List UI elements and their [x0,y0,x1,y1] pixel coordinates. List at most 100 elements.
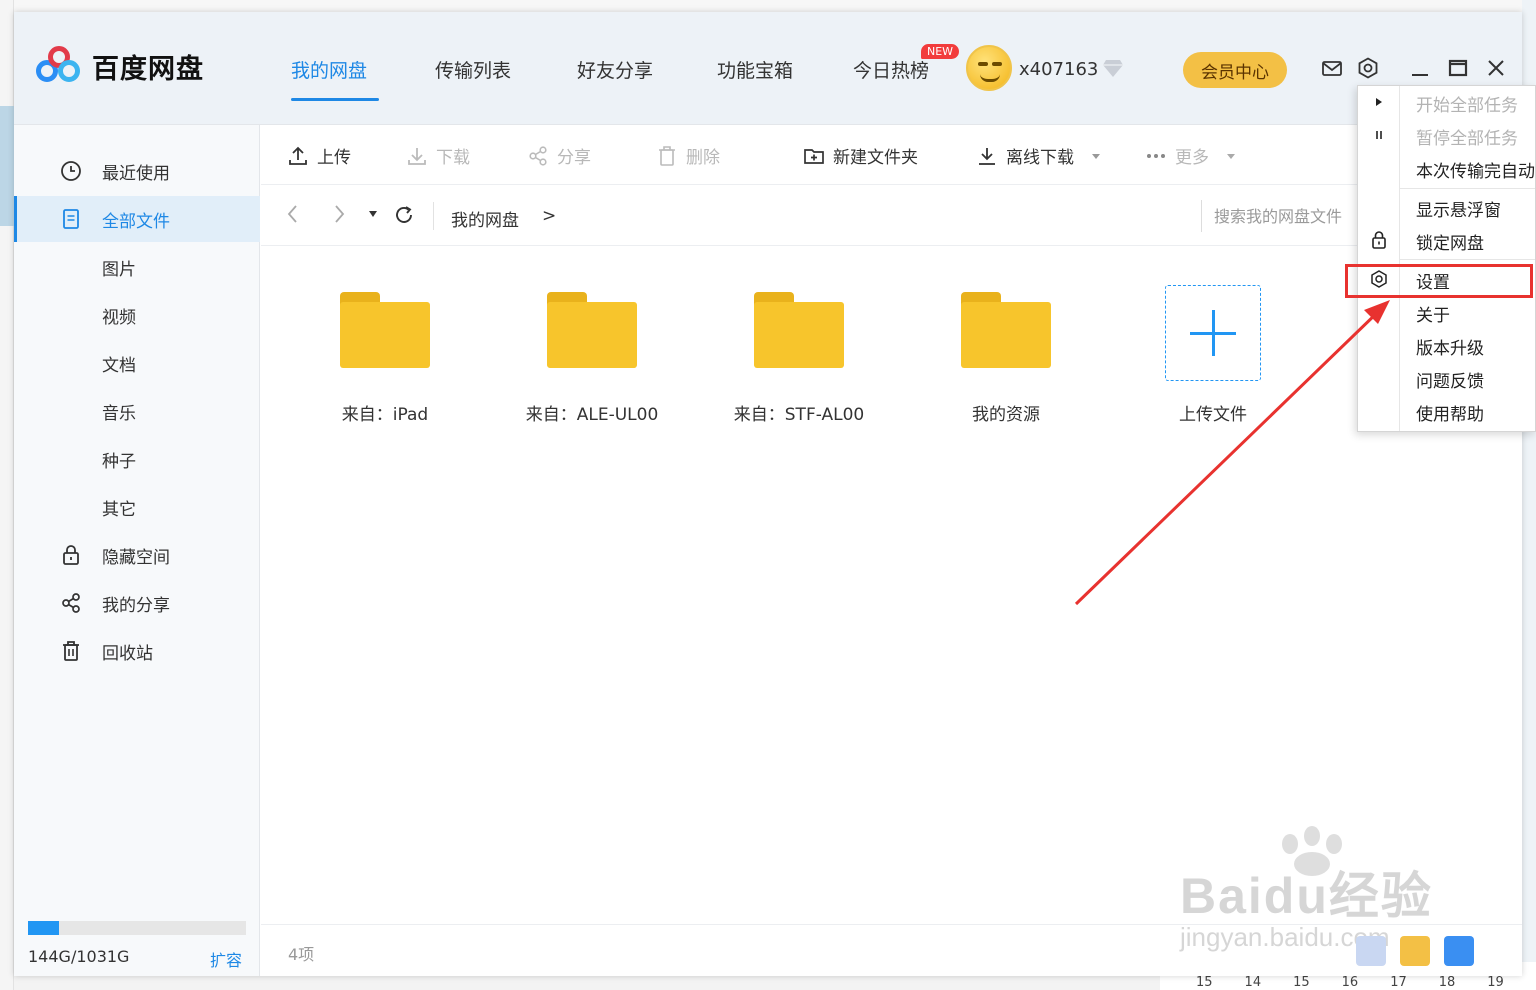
history-dropdown-icon[interactable] [367,208,379,220]
storage-quota-text: 144G/1031G [28,947,130,966]
item-count: 4项 [288,945,315,964]
sidebar-item-videos[interactable]: 视频 [14,292,260,338]
new-folder-button[interactable]: 新建文件夹 [803,143,918,168]
new-badge: NEW [921,44,960,59]
sidebar-item-images[interactable]: 图片 [14,244,260,290]
upload-icon [289,146,307,165]
upload-file-tile[interactable] [1165,285,1261,381]
menu-item-auto-after-transfer[interactable]: 本次传输完自动 [1358,152,1535,185]
menu-item-lock-drive[interactable]: 锁定网盘 [1358,224,1535,257]
folder-item[interactable]: 来自：ALE-UL00 [502,286,682,436]
menu-item-upgrade[interactable]: 版本升级 [1358,329,1535,362]
upload-button[interactable]: 上传 [287,143,351,168]
more-button[interactable]: 更多 [1145,143,1237,168]
storage-quota-fill [28,921,59,935]
folder-icon [547,292,637,368]
diamond-icon[interactable] [1102,58,1124,78]
lock-app-icon[interactable] [1444,936,1474,966]
tab-hot-list[interactable]: 今日热榜 [853,56,929,83]
download-button[interactable]: 下载 [406,143,470,168]
document-icon [63,209,79,229]
sidebar-item-documents[interactable]: 文档 [14,340,260,386]
clock-icon [61,161,81,181]
forward-arrow-icon[interactable] [331,202,347,226]
folder-name: 来自：STF-AL00 [733,405,865,425]
tab-transfer-list[interactable]: 传输列表 [435,56,511,83]
desktop-left-edge [0,0,14,990]
sidebar-item-music[interactable]: 音乐 [14,388,260,434]
tab-my-drive[interactable]: 我的网盘 [291,56,367,83]
share-icon [529,145,547,166]
minimize-icon[interactable] [1408,56,1432,80]
upload-file-label[interactable]: 上传文件 [1123,400,1303,425]
menu-item-feedback[interactable]: 问题反馈 [1358,362,1535,395]
lock-icon [63,545,79,565]
expand-storage-link[interactable]: 扩容 [210,947,242,971]
more-dots-icon [1147,153,1165,158]
folder-name: 来自：iPad [341,405,429,425]
storage-quota-bar [28,921,246,935]
vip-center-button[interactable]: 会员中心 [1183,52,1287,88]
title-bar: 百度网盘 我的网盘 传输列表 好友分享 功能宝箱 今日热榜 NEW x40716… [14,12,1522,125]
baidu-cloud-logo-icon [36,46,82,86]
breadcrumb-separator[interactable]: > [542,206,556,226]
folder-icon [961,292,1051,368]
pause-icon [1376,131,1382,139]
share-button[interactable]: 分享 [527,143,591,168]
username[interactable]: x407163 [1019,59,1098,80]
sidebar: 最近使用 全部文件 图片 视频 文档 音乐 种子 其它 隐藏空间 我的分享 回收… [14,125,260,976]
sidebar-item-hidden-space[interactable]: 隐藏空间 [14,532,260,578]
back-arrow-icon[interactable] [285,202,301,226]
sidebar-item-all-files[interactable]: 全部文件 [14,196,260,242]
folder-icon [340,292,430,368]
trash-icon [659,145,675,166]
folder-icon [754,292,844,368]
desktop-background-strip [0,0,1536,12]
upload-app-icon[interactable] [1400,936,1430,966]
address-bar: 我的网盘 > [261,186,1522,246]
sidebar-item-recent[interactable]: 最近使用 [14,148,260,194]
mail-icon[interactable] [1320,56,1344,80]
sidebar-item-torrents[interactable]: 种子 [14,436,260,482]
offline-download-button[interactable]: 离线下载 [976,143,1102,168]
new-folder-icon [804,148,824,164]
grid-app-icon[interactable] [1356,936,1386,966]
active-tab-indicator [291,98,379,101]
user-avatar[interactable] [966,45,1012,91]
file-toolbar: 上传 下载 分享 删除 新建文件夹 离线下载 更多 [261,125,1522,185]
breadcrumb[interactable]: 我的网盘 [451,206,519,231]
tab-friend-share[interactable]: 好友分享 [577,56,653,83]
share-icon [62,593,80,613]
gear-icon[interactable] [1356,56,1380,80]
folder-item[interactable]: 来自：STF-AL00 [709,286,889,436]
folder-item[interactable]: 我的资源 [916,286,1096,436]
close-icon[interactable] [1484,56,1508,80]
tray-icons [1356,936,1474,966]
download-icon [979,147,995,165]
folder-name: 来自：ALE-UL00 [525,405,659,425]
download-icon [408,147,426,165]
menu-item-start-all[interactable]: 开始全部任务 [1358,86,1535,119]
folder-item[interactable]: 来自：iPad [295,286,475,436]
menu-item-show-float-window[interactable]: 显示悬浮窗 [1358,191,1535,224]
sidebar-item-my-shares[interactable]: 我的分享 [14,580,260,626]
sidebar-item-recycle-bin[interactable]: 回收站 [14,628,260,674]
menu-item-pause-all[interactable]: 暂停全部任务 [1358,119,1535,152]
maximize-icon[interactable] [1446,56,1470,80]
delete-button[interactable]: 删除 [656,143,720,168]
menu-item-help[interactable]: 使用帮助 [1358,395,1535,428]
lock-icon [1372,231,1386,249]
app-logo: 百度网盘 [36,46,204,86]
folder-name: 我的资源 [972,405,1040,425]
refresh-icon[interactable] [393,204,415,226]
trash-icon [63,641,79,661]
menu-item-about[interactable]: 关于 [1358,296,1535,329]
app-name: 百度网盘 [92,53,204,85]
caret-down-icon [1227,153,1235,159]
search-input[interactable] [1201,200,1371,232]
sidebar-item-others[interactable]: 其它 [14,484,260,530]
caret-down-icon [1092,153,1100,159]
tab-toolbox[interactable]: 功能宝箱 [717,56,793,83]
play-icon [1376,98,1382,106]
settings-dropdown-menu: 开始全部任务 暂停全部任务 本次传输完自动 显示悬浮窗 锁定网盘 设置 关于 版… [1357,85,1536,432]
